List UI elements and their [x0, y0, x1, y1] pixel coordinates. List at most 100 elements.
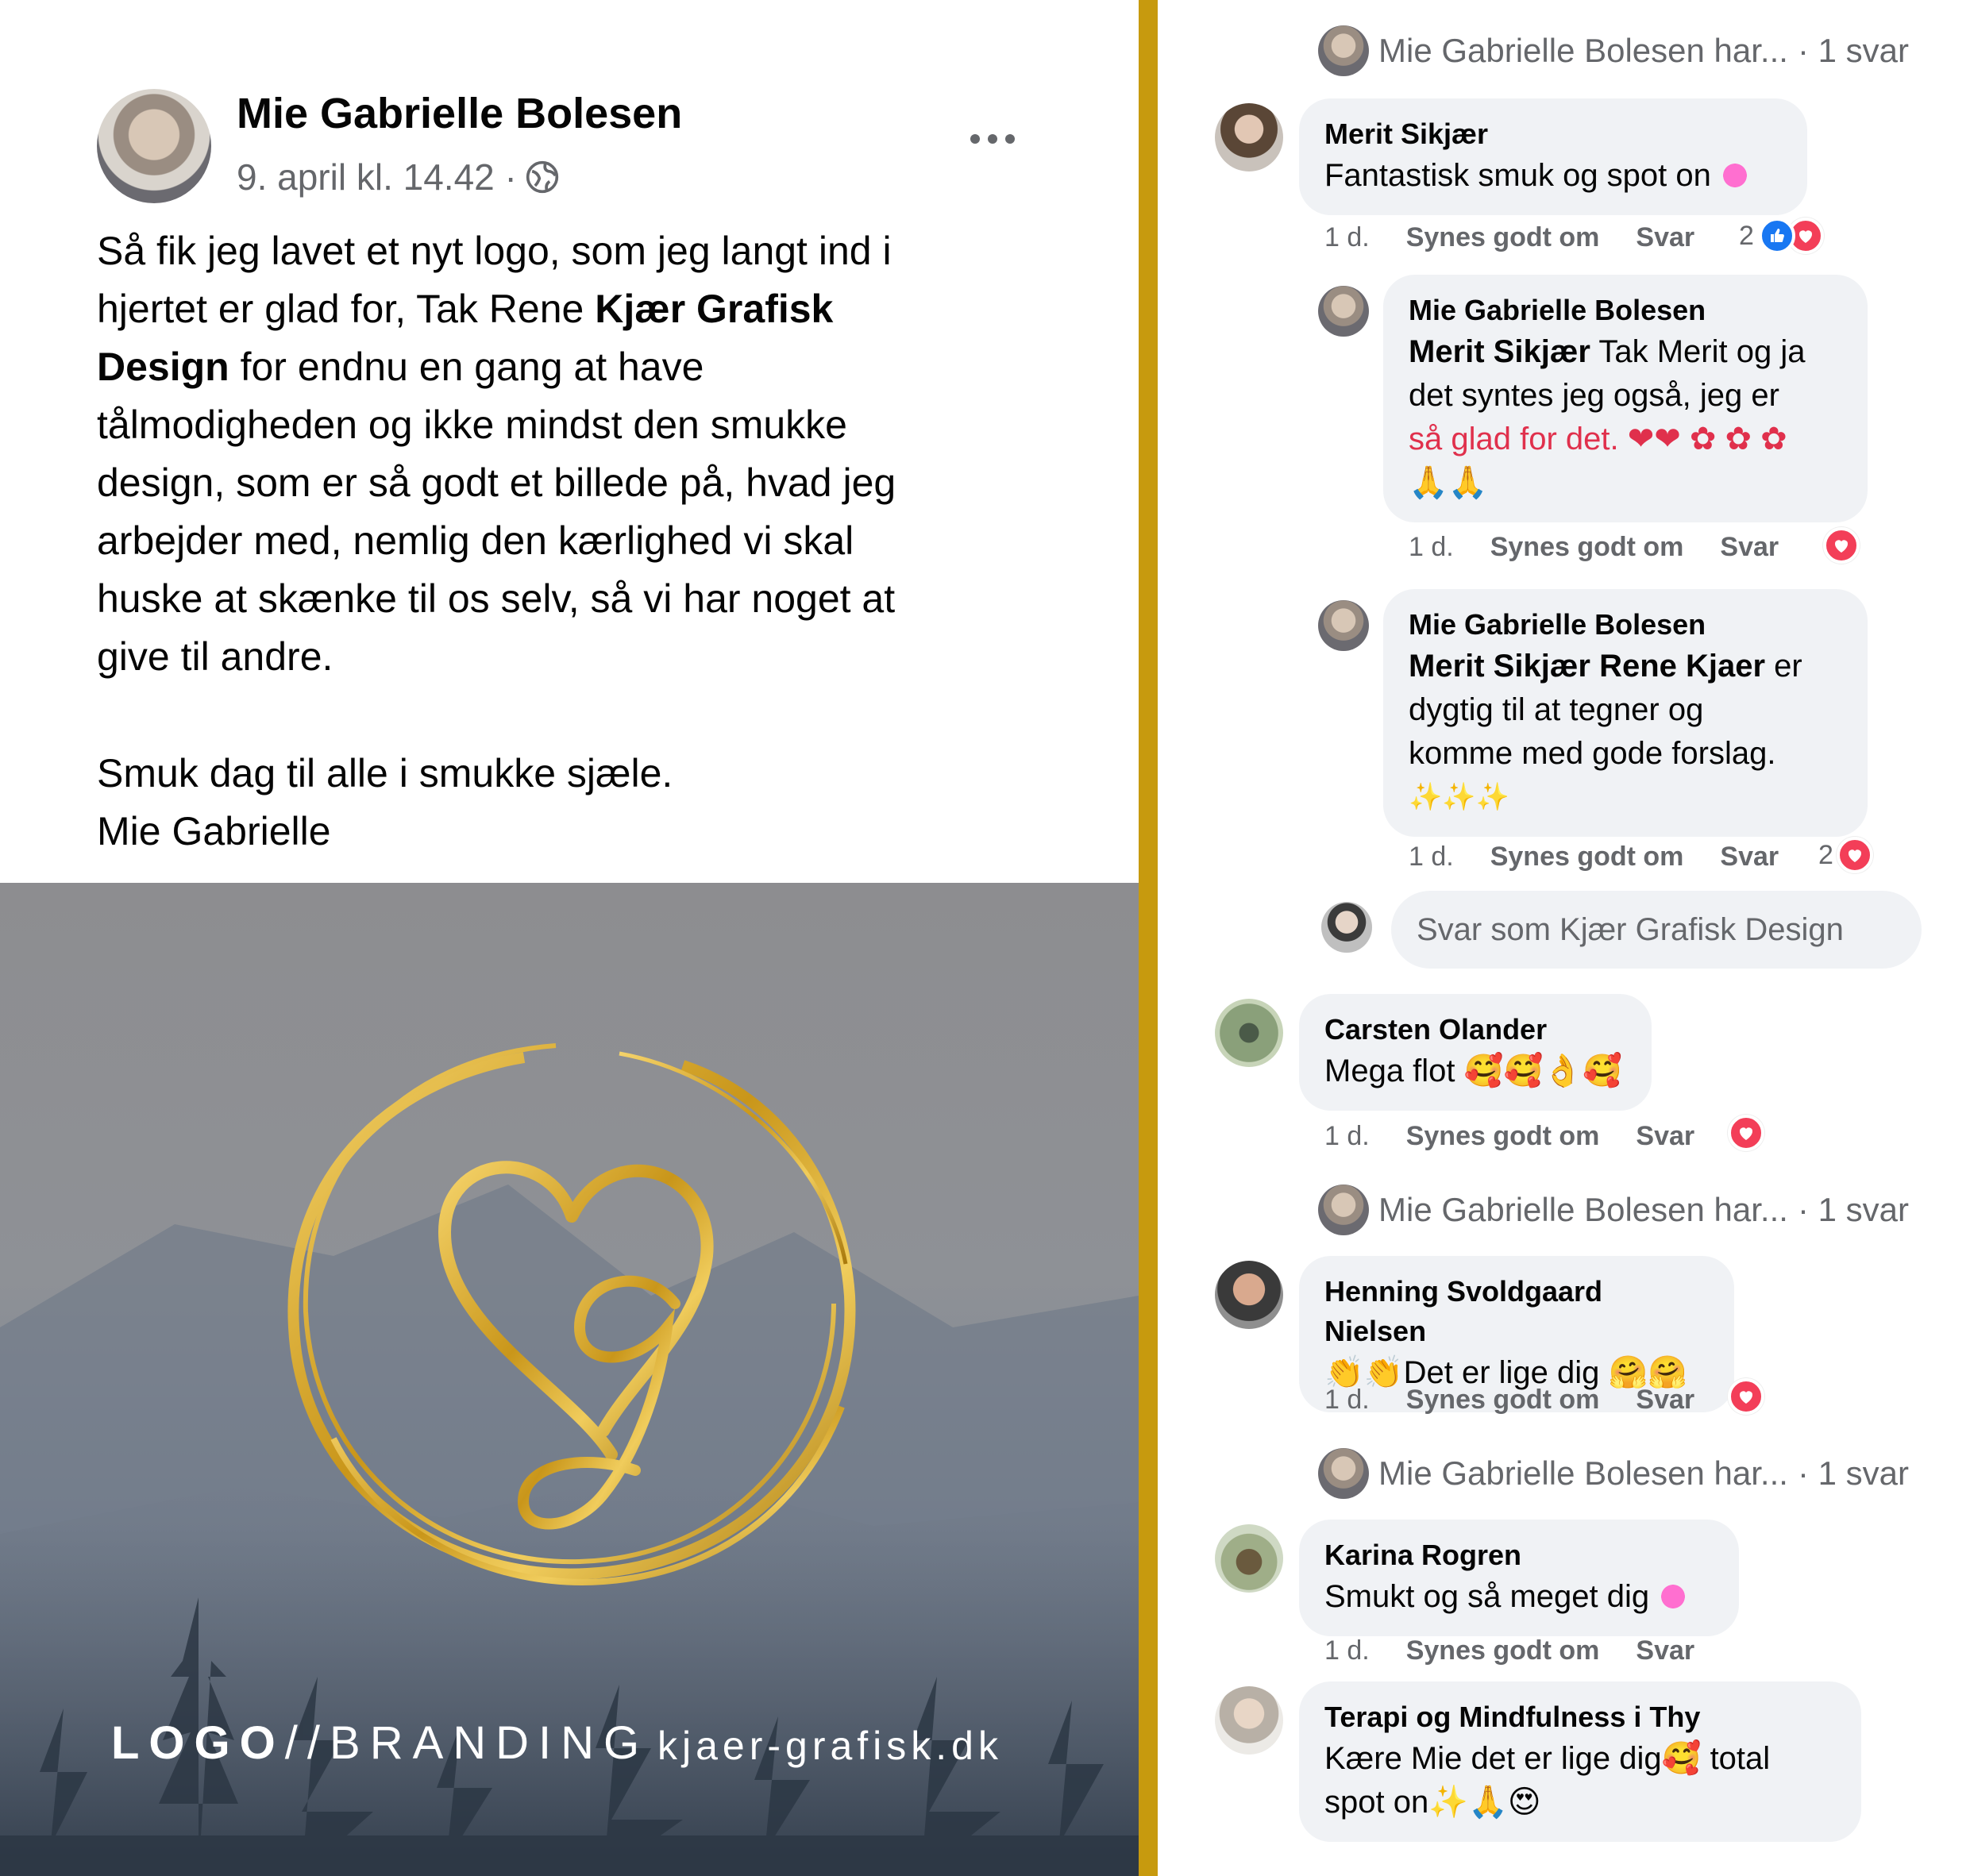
comment-author[interactable]: Carsten Olander: [1324, 1010, 1626, 1050]
post-text-line: Så fik jeg lavet et nyt logo, som jeg la…: [97, 229, 892, 273]
avatar[interactable]: [1318, 600, 1369, 651]
post-card: Mie Gabrielle Bolesen 9. april kl. 14.42…: [0, 0, 1139, 1876]
brand-tagline-bold: LOGO: [111, 1717, 285, 1769]
comment-bubble: Carsten Olander Mega flot 🥰🥰👌🥰: [1299, 994, 1652, 1111]
comment-text-line: dygtig til at tegner og: [1409, 692, 1704, 727]
post-text-line: hjertet er glad for, Tak Rene Kjær Grafi…: [97, 280, 1050, 338]
comment-text-line: Merit Sikjær Rene Kjaer er: [1409, 645, 1842, 688]
reaction-count[interactable]: [1728, 1378, 1764, 1415]
like-button[interactable]: Synes godt om: [1406, 1385, 1600, 1416]
like-button[interactable]: Synes godt om: [1406, 1635, 1600, 1666]
comment-author[interactable]: Mie Gabrielle Bolesen: [1409, 605, 1842, 645]
view-replies-link[interactable]: Mie Gabrielle Bolesen har... · 1 svar: [1318, 25, 1909, 76]
comment-time[interactable]: 1 d.: [1324, 1121, 1370, 1152]
like-button[interactable]: Synes godt om: [1490, 532, 1684, 563]
reaction-count[interactable]: 2: [1818, 837, 1873, 873]
comment-actions: 1 d. Synes godt om Svar: [1409, 842, 1779, 873]
like-reaction-icon: [1758, 218, 1795, 254]
reply-button[interactable]: Svar: [1636, 1385, 1694, 1416]
post-timestamp[interactable]: 9. april kl. 14.42 ·: [237, 156, 517, 198]
post-author-avatar[interactable]: [97, 89, 211, 203]
comment-text-line: spot on✨🙏😍: [1324, 1785, 1541, 1820]
page-mention[interactable]: Design: [97, 345, 229, 389]
comment-time[interactable]: 1 d.: [1324, 1635, 1370, 1666]
post-image[interactable]: LOGO//BRANDING kjaer-grafisk.dk: [0, 883, 1139, 1876]
comment-actions: 1 d. Synes godt om Svar: [1324, 1385, 1694, 1416]
reply-input-container: [1391, 891, 1922, 969]
comment-author[interactable]: Mie Gabrielle Bolesen: [1409, 291, 1842, 330]
reply-button[interactable]: Svar: [1636, 1121, 1694, 1152]
like-button[interactable]: Synes godt om: [1490, 842, 1684, 873]
pink-heart-emoji-icon: [1658, 1581, 1689, 1612]
reply-button[interactable]: Svar: [1720, 842, 1779, 873]
post-text-line: design, som er så godt et billede på, hv…: [97, 460, 896, 505]
comment-bubble: Mie Gabrielle Bolesen Merit Sikjær Tak M…: [1383, 275, 1868, 522]
post-text-line: arbejder med, nemlig den kærlighed vi sk…: [97, 518, 854, 563]
post-text-line: Smuk dag til alle i smukke sjæle.: [97, 751, 673, 795]
comment-time[interactable]: 1 d.: [1324, 222, 1370, 253]
gold-divider: [1139, 0, 1158, 1876]
more-options-icon[interactable]: [970, 123, 1026, 155]
mention-link[interactable]: Merit Sikjær Rene Kjaer: [1409, 649, 1765, 684]
avatar[interactable]: [1215, 1524, 1283, 1593]
comment-text-line: ✨✨✨: [1409, 782, 1510, 812]
comment-author[interactable]: Merit Sikjær: [1324, 114, 1782, 154]
love-reaction-icon: [1836, 837, 1873, 873]
avatar[interactable]: [1215, 1261, 1283, 1329]
comment-text: Merit Sikjær Tak Merit og ja det syntes …: [1409, 330, 1842, 505]
view-replies-link[interactable]: Mie Gabrielle Bolesen har... · 1 svar: [1318, 1185, 1909, 1235]
reply-summary-count: · 1 svar: [1797, 1191, 1909, 1228]
comment-text-line: komme med gode forslag.: [1409, 736, 1776, 771]
post-author-name[interactable]: Mie Gabrielle Bolesen: [237, 89, 682, 138]
comment-text-span: Fantastisk smuk og spot on: [1324, 158, 1711, 193]
comment-text: Merit Sikjær Rene Kjaer er dygtig til at…: [1409, 645, 1842, 819]
comment-actions: 1 d. Synes godt om Svar: [1324, 1121, 1694, 1152]
post-text-line: huske at skænke til os selv, så vi har n…: [97, 576, 896, 621]
comment-time[interactable]: 1 d.: [1409, 532, 1454, 563]
comment-time[interactable]: 1 d.: [1324, 1385, 1370, 1416]
comment-text: Fantastisk smuk og spot on: [1324, 154, 1782, 198]
avatar[interactable]: [1318, 286, 1369, 337]
comment-text-line: Merit Sikjær Tak Merit og ja: [1409, 330, 1842, 374]
reply-summary-name: Mie Gabrielle Bolesen har...: [1378, 1454, 1788, 1492]
comment-author[interactable]: Karina Rogren: [1324, 1535, 1714, 1575]
comment-time[interactable]: 1 d.: [1409, 842, 1454, 873]
comment-text-line: så glad for det. ❤❤ ✿ ✿ ✿: [1409, 422, 1787, 456]
globe-icon: [526, 160, 559, 194]
reply-summary-name: Mie Gabrielle Bolesen har...: [1378, 32, 1788, 69]
avatar[interactable]: [1215, 103, 1283, 171]
pink-heart-emoji-icon: [1720, 160, 1751, 191]
like-button[interactable]: Synes godt om: [1406, 222, 1600, 253]
comment-author[interactable]: Henning Svoldgaard Nielsen: [1324, 1272, 1709, 1351]
reply-input[interactable]: [1391, 891, 1922, 969]
post-text-line: tålmodigheden og ikke mindst den smukke: [97, 403, 847, 447]
view-replies-link[interactable]: Mie Gabrielle Bolesen har... · 1 svar: [1318, 1448, 1909, 1499]
comment-actions: 1 d. Synes godt om Svar: [1409, 532, 1779, 563]
reply-button[interactable]: Svar: [1636, 222, 1694, 253]
reply-summary-count: · 1 svar: [1797, 32, 1909, 69]
reply-button[interactable]: Svar: [1720, 532, 1779, 563]
post-text-line: give til andre.: [97, 634, 333, 679]
comment-author[interactable]: Terapi og Mindfulness i Thy: [1324, 1697, 1836, 1737]
avatar[interactable]: [1215, 999, 1283, 1067]
post-signature: Smuk dag til alle i smukke sjæle. Mie Ga…: [97, 745, 673, 861]
post-text: Så fik jeg lavet et nyt logo, som jeg la…: [97, 222, 1050, 686]
post-text-line: Design for endnu en gang at have: [97, 338, 1050, 396]
post-text-span: hjertet er glad for, Tak Rene: [97, 287, 596, 331]
reply-button[interactable]: Svar: [1636, 1635, 1694, 1666]
brand-tagline: LOGO//BRANDING: [111, 1716, 649, 1770]
reaction-count[interactable]: [1823, 527, 1860, 564]
reaction-count[interactable]: 2: [1739, 218, 1824, 254]
love-reaction-icon: [1728, 1378, 1764, 1415]
reaction-count[interactable]: [1728, 1115, 1764, 1151]
reaction-number: 2: [1739, 220, 1754, 251]
love-reaction-icon: [1823, 527, 1860, 564]
page-mention[interactable]: Kjær Grafisk: [595, 287, 833, 331]
reply-summary-count: · 1 svar: [1797, 1454, 1909, 1492]
comment-text-line: 🙏🙏: [1409, 465, 1488, 500]
avatar[interactable]: [1215, 1686, 1283, 1755]
mention-link[interactable]: Merit Sikjær: [1409, 334, 1590, 369]
like-button[interactable]: Synes godt om: [1406, 1121, 1600, 1152]
post-meta: 9. april kl. 14.42 ·: [237, 156, 560, 198]
page-avatar[interactable]: [1321, 902, 1372, 953]
